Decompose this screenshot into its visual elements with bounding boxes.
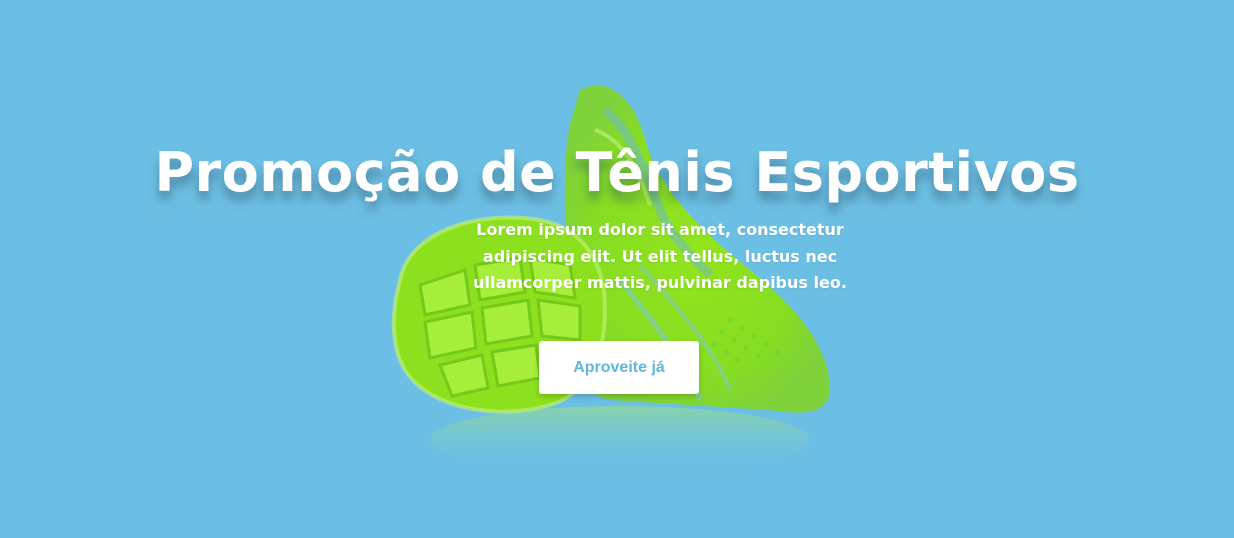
cta-button[interactable]: Aproveite já [539, 341, 699, 394]
hero-headline: Promoção de Tênis Esportivos [154, 141, 1080, 204]
hero-subtitle: Lorem ipsum dolor sit amet, consectetur … [473, 220, 847, 292]
hero-section: Promoção de Tênis Esportivos Lorem ipsum… [0, 0, 1234, 538]
